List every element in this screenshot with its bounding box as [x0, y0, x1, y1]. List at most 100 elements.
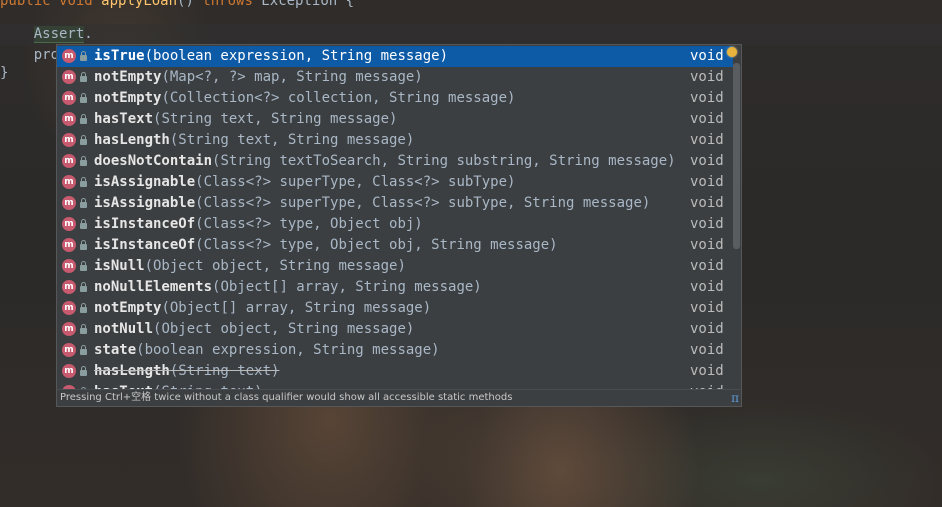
- pi-icon[interactable]: π: [731, 391, 739, 405]
- completion-item[interactable]: m notNull(Object object, String message) v…: [57, 319, 733, 340]
- method-name: isInstanceOf: [94, 216, 196, 232]
- return-type: void: [690, 363, 724, 379]
- dot-token: .: [84, 26, 93, 42]
- method-icon: m: [62, 217, 76, 231]
- method-name: isInstanceOf: [94, 237, 196, 253]
- method-params: (Class<?> superType, Class<?> subType): [195, 174, 516, 190]
- method-icon: m: [62, 259, 76, 273]
- method-signature: isInstanceOf(Class<?> type, Object obj, …: [94, 235, 558, 256]
- static-lock-icon: [79, 50, 88, 62]
- static-lock-icon: [79, 323, 88, 335]
- completion-item[interactable]: m isNull(Object object, String message) vo…: [57, 256, 733, 277]
- completion-item[interactable]: m notEmpty(Map<?, ?> map, String message)…: [57, 67, 733, 88]
- method-name: state: [94, 342, 137, 358]
- method-params: (Collection<?> collection, String messag…: [161, 90, 516, 106]
- method-name: notEmpty: [94, 90, 162, 106]
- completion-item[interactable]: m isInstanceOf(Class<?> type, Object obj)…: [57, 214, 733, 235]
- method-params: (Object[] array, String message): [212, 279, 482, 295]
- return-type: void: [690, 237, 724, 253]
- method-name: hasLength: [94, 363, 170, 379]
- method-name: notEmpty: [94, 300, 162, 316]
- method-icon: m: [62, 343, 76, 357]
- method-icon: m: [62, 91, 76, 105]
- completion-item[interactable]: m notEmpty(Object[] array, String message…: [57, 298, 733, 319]
- code-line-current[interactable]: Assert.: [0, 24, 942, 45]
- static-lock-icon: [79, 365, 88, 377]
- static-lock-icon: [79, 155, 88, 167]
- static-lock-icon: [79, 344, 88, 356]
- static-lock-icon: [79, 239, 88, 251]
- return-type: void: [690, 153, 724, 169]
- method-signature: isAssignable(Class<?> superType, Class<?…: [94, 193, 650, 214]
- return-type: void: [690, 174, 724, 190]
- method-name: isNull: [94, 258, 145, 274]
- method-icon: m: [62, 70, 76, 84]
- method-icon: m: [62, 112, 76, 126]
- footer-hint-text: Pressing Ctrl+空格 twice without a class q…: [60, 392, 513, 403]
- return-type: void: [690, 69, 724, 85]
- completion-item[interactable]: m isAssignable(Class<?> superType, Class<…: [57, 172, 733, 193]
- completion-item[interactable]: m isInstanceOf(Class<?> type, Object obj,…: [57, 235, 733, 256]
- return-type: void: [690, 216, 724, 232]
- completion-list[interactable]: m isTrue(boolean expression, String messa…: [57, 46, 733, 396]
- method-signature: isNull(Object object, String message): [94, 256, 406, 277]
- return-type: void: [690, 48, 724, 64]
- method-name: doesNotContain: [94, 153, 213, 169]
- completion-scrollbar[interactable]: [733, 63, 740, 249]
- method-icon: m: [62, 280, 76, 294]
- code-line-closing-brace[interactable]: }: [0, 63, 8, 84]
- method-name: hasText: [94, 111, 154, 127]
- method-name: noNullElements: [94, 279, 213, 295]
- method-signature: isTrue(boolean expression, String messag…: [94, 46, 448, 67]
- method-name: isAssignable: [94, 174, 196, 190]
- method-params: (Class<?> superType, Class<?> subType, S…: [195, 195, 651, 211]
- completion-item[interactable]: m hasLength(String text, String message) v…: [57, 130, 733, 151]
- return-type: void: [690, 90, 724, 106]
- method-name: hasLength: [94, 132, 170, 148]
- method-signature: notEmpty(Collection<?> collection, Strin…: [94, 88, 515, 109]
- method-params: (Object[] array, String message): [161, 300, 432, 316]
- closing-brace: }: [0, 65, 9, 81]
- method-params: (String textToSearch, String substring, …: [212, 153, 676, 169]
- static-lock-icon: [79, 302, 88, 314]
- keyword-public: public: [0, 0, 51, 9]
- completion-item[interactable]: m doesNotContain(String textToSearch, Str…: [57, 151, 733, 172]
- method-signature: notEmpty(Object[] array, String message): [94, 298, 431, 319]
- completion-item[interactable]: m notEmpty(Collection<?> collection, Stri…: [57, 88, 733, 109]
- code-line-partial[interactable]: pro: [0, 45, 59, 66]
- method-params: (Map<?, ?> map, String message): [161, 69, 423, 85]
- method-params: (Class<?> type, Object obj, String messa…: [195, 237, 558, 253]
- method-signature: notEmpty(Map<?, ?> map, String message): [94, 67, 423, 88]
- static-lock-icon: [79, 92, 88, 104]
- return-type: void: [690, 342, 724, 358]
- completion-footer: Pressing Ctrl+空格 twice without a class q…: [57, 389, 741, 406]
- return-type: void: [690, 195, 724, 211]
- method-signature: isInstanceOf(Class<?> type, Object obj): [94, 214, 423, 235]
- method-icon: m: [62, 154, 76, 168]
- static-lock-icon: [79, 113, 88, 125]
- completion-popup[interactable]: m isTrue(boolean expression, String messa…: [56, 44, 742, 407]
- static-lock-icon: [79, 71, 88, 83]
- method-params: (String text): [169, 363, 280, 379]
- completion-item[interactable]: m hasText(String text, String message) voi…: [57, 109, 733, 130]
- method-icon: m: [62, 364, 76, 378]
- method-signature: hasLength(String text): [94, 361, 279, 382]
- method-params: (String text, String message): [153, 111, 398, 127]
- return-type: void: [690, 258, 724, 274]
- method-signature: hasText(String text, String message): [94, 109, 397, 130]
- lightbulb-icon[interactable]: [727, 47, 737, 57]
- method-params: (boolean expression, String message): [144, 48, 449, 64]
- method-signature: isAssignable(Class<?> superType, Class<?…: [94, 172, 515, 193]
- method-name: isAssignable: [94, 195, 196, 211]
- completion-item[interactable]: m state(boolean expression, String messag…: [57, 340, 733, 361]
- code-line-method-signature[interactable]: public void applyLoan() throws Exception…: [0, 0, 354, 12]
- method-name: notEmpty: [94, 69, 162, 85]
- completion-item[interactable]: m isAssignable(Class<?> superType, Class<…: [57, 193, 733, 214]
- completion-item[interactable]: m noNullElements(Object[] array, String m…: [57, 277, 733, 298]
- static-lock-icon: [79, 197, 88, 209]
- completion-item[interactable]: m hasLength(String text) void: [57, 361, 733, 382]
- completion-item[interactable]: m isTrue(boolean expression, String messa…: [57, 46, 733, 67]
- method-params: (Object object, String message): [144, 258, 406, 274]
